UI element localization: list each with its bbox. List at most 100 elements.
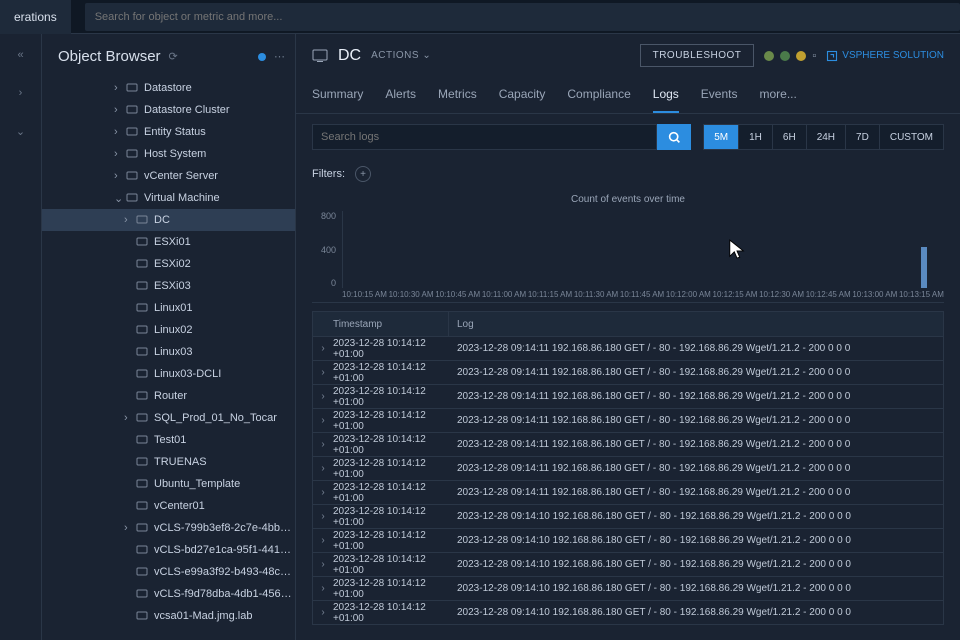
logs-search-button[interactable]: [657, 124, 691, 150]
tree-label: Datastore: [144, 82, 192, 94]
expand-row-icon[interactable]: ›: [313, 559, 333, 570]
logs-search-input[interactable]: [312, 124, 657, 150]
tree-item-ubuntu-template[interactable]: Ubuntu_Template: [42, 473, 295, 495]
expand-row-icon[interactable]: ›: [313, 535, 333, 546]
tree-item-linux03-dcli[interactable]: Linux03-DCLI: [42, 363, 295, 385]
tree-item-vcls-799b3ef8-2c7e-4bbb-ace5-e-[interactable]: ›vCLS-799b3ef8-2c7e-4bbb-ace5-e...: [42, 517, 295, 539]
ellipsis-icon[interactable]: ⋯: [274, 50, 285, 63]
range-7d[interactable]: 7D: [846, 124, 880, 150]
table-row[interactable]: ›2023-12-28 10:14:12 +01:002023-12-28 09…: [312, 337, 944, 361]
box-icon[interactable]: ▫: [812, 50, 816, 62]
tree-item-vcls-e99a3f92-b493-48c7-aced-f4-[interactable]: vCLS-e99a3f92-b493-48c7-aced-f4...: [42, 561, 295, 583]
tab-capacity[interactable]: Capacity: [499, 81, 546, 113]
chevron-icon: ›: [114, 126, 122, 138]
tree-label: Linux03: [154, 346, 193, 358]
actions-dropdown[interactable]: ACTIONS ⌄: [371, 50, 431, 61]
table-row[interactable]: ›2023-12-28 10:14:12 +01:002023-12-28 09…: [312, 409, 944, 433]
tab-compliance[interactable]: Compliance: [567, 81, 630, 113]
tree-item-dc[interactable]: ›DC: [42, 209, 295, 231]
tree-item-vcsa01-mad-jmg-lab[interactable]: vcsa01-Mad.jmg.lab: [42, 605, 295, 627]
tree-item-datastore[interactable]: ›Datastore: [42, 77, 295, 99]
host-icon: [126, 148, 138, 160]
table-row[interactable]: ›2023-12-28 10:14:12 +01:002023-12-28 09…: [312, 577, 944, 601]
table-row[interactable]: ›2023-12-28 10:14:12 +01:002023-12-28 09…: [312, 385, 944, 409]
health-good-icon: [764, 51, 774, 61]
table-row[interactable]: ›2023-12-28 10:14:12 +01:002023-12-28 09…: [312, 361, 944, 385]
column-header-log[interactable]: Log: [449, 319, 943, 330]
tree-item-host-system[interactable]: ›Host System: [42, 143, 295, 165]
tab-more[interactable]: more...: [759, 81, 796, 113]
expand-row-icon[interactable]: ›: [313, 511, 333, 522]
cell-log: 2023-12-28 09:14:11 192.168.86.180 GET /…: [449, 463, 943, 474]
expand-row-icon[interactable]: ›: [313, 487, 333, 498]
tree-item-virtual-machine[interactable]: ⌄Virtual Machine: [42, 187, 295, 209]
expand-row-icon[interactable]: ›: [313, 583, 333, 594]
column-header-timestamp[interactable]: Timestamp: [313, 312, 449, 336]
vm-icon: [136, 302, 148, 314]
range-24h[interactable]: 24H: [807, 124, 846, 150]
cell-timestamp: 2023-12-28 10:14:12 +01:00: [333, 506, 449, 528]
tab-logs[interactable]: Logs: [653, 81, 679, 113]
troubleshoot-button[interactable]: TROUBLESHOOT: [640, 44, 755, 67]
add-filter-button[interactable]: +: [355, 166, 371, 182]
range-1h[interactable]: 1H: [739, 124, 773, 150]
vm-icon: [136, 478, 148, 490]
collapse-icon[interactable]: «: [14, 48, 28, 62]
sidebar-title: Object Browser: [58, 48, 161, 65]
expand-row-icon[interactable]: ›: [313, 607, 333, 618]
tree-item-esxi02[interactable]: ESXi02: [42, 253, 295, 275]
chevron-right-icon[interactable]: ›: [14, 86, 28, 100]
table-row[interactable]: ›2023-12-28 10:14:12 +01:002023-12-28 09…: [312, 433, 944, 457]
tree-item-esxi03[interactable]: ESXi03: [42, 275, 295, 297]
expand-row-icon[interactable]: ›: [313, 367, 333, 378]
tree-item-datastore-cluster[interactable]: ›Datastore Cluster: [42, 99, 295, 121]
tree-item-truenas[interactable]: TRUENAS: [42, 451, 295, 473]
chart-title: Count of events over time: [312, 194, 944, 205]
time-range-selector: 5M1H6H24H7DCUSTOM: [703, 124, 944, 150]
tree-item-vcenter-server[interactable]: ›vCenter Server: [42, 165, 295, 187]
tree-item-linux03[interactable]: Linux03: [42, 341, 295, 363]
expand-row-icon[interactable]: ›: [313, 391, 333, 402]
expand-row-icon[interactable]: ›: [313, 463, 333, 474]
chart-bar[interactable]: [921, 247, 927, 288]
cell-log: 2023-12-28 09:14:11 192.168.86.180 GET /…: [449, 367, 943, 378]
range-6h[interactable]: 6H: [773, 124, 807, 150]
health-ok-icon: [780, 51, 790, 61]
tree-item-entity-status[interactable]: ›Entity Status: [42, 121, 295, 143]
refresh-icon[interactable]: ⟳: [169, 50, 178, 63]
tree-item-linux02[interactable]: Linux02: [42, 319, 295, 341]
tree-item-router[interactable]: Router: [42, 385, 295, 407]
chart-plot[interactable]: [342, 211, 944, 288]
main-panel: DC ACTIONS ⌄ TROUBLESHOOT ▫ VSPHERE SOLU…: [296, 34, 960, 640]
tree-item-vcenter01[interactable]: vCenter01: [42, 495, 295, 517]
table-row[interactable]: ›2023-12-28 10:14:12 +01:002023-12-28 09…: [312, 457, 944, 481]
tab-events[interactable]: Events: [701, 81, 738, 113]
table-row[interactable]: ›2023-12-28 10:14:12 +01:002023-12-28 09…: [312, 601, 944, 625]
tree-label: TRUENAS: [154, 456, 207, 468]
tab-alerts[interactable]: Alerts: [385, 81, 416, 113]
tree-item-vcls-f9d78dba-4db1-4565-8cd8-b-[interactable]: vCLS-f9d78dba-4db1-4565-8cd8-b...: [42, 583, 295, 605]
range-custom[interactable]: CUSTOM: [880, 124, 944, 150]
global-search-input[interactable]: [85, 3, 960, 31]
tree-label: Virtual Machine: [144, 192, 220, 204]
expand-row-icon[interactable]: ›: [313, 343, 333, 354]
chevron-down-icon[interactable]: ⌄: [14, 124, 28, 138]
cell-timestamp: 2023-12-28 10:14:12 +01:00: [333, 602, 449, 624]
tree-item-linux01[interactable]: Linux01: [42, 297, 295, 319]
tree-item-esxi01[interactable]: ESXi01: [42, 231, 295, 253]
expand-row-icon[interactable]: ›: [313, 439, 333, 450]
table-row[interactable]: ›2023-12-28 10:14:12 +01:002023-12-28 09…: [312, 481, 944, 505]
tree-item-test01[interactable]: Test01: [42, 429, 295, 451]
tree-item-vcls-bd27e1ca-95f1-4415-9143-12cc-[interactable]: vCLS-bd27e1ca-95f1-4415-9143-12cc...: [42, 539, 295, 561]
expand-row-icon[interactable]: ›: [313, 415, 333, 426]
cell-log: 2023-12-28 09:14:11 192.168.86.180 GET /…: [449, 487, 943, 498]
table-row[interactable]: ›2023-12-28 10:14:12 +01:002023-12-28 09…: [312, 505, 944, 529]
vsphere-link[interactable]: VSPHERE SOLUTION: [826, 50, 944, 62]
tree-item-sql-prod-01-no-tocar[interactable]: ›SQL_Prod_01_No_Tocar: [42, 407, 295, 429]
vm-icon: [136, 390, 148, 402]
tab-summary[interactable]: Summary: [312, 81, 363, 113]
table-row[interactable]: ›2023-12-28 10:14:12 +01:002023-12-28 09…: [312, 529, 944, 553]
table-row[interactable]: ›2023-12-28 10:14:12 +01:002023-12-28 09…: [312, 553, 944, 577]
tab-metrics[interactable]: Metrics: [438, 81, 477, 113]
range-5m[interactable]: 5M: [703, 124, 739, 150]
